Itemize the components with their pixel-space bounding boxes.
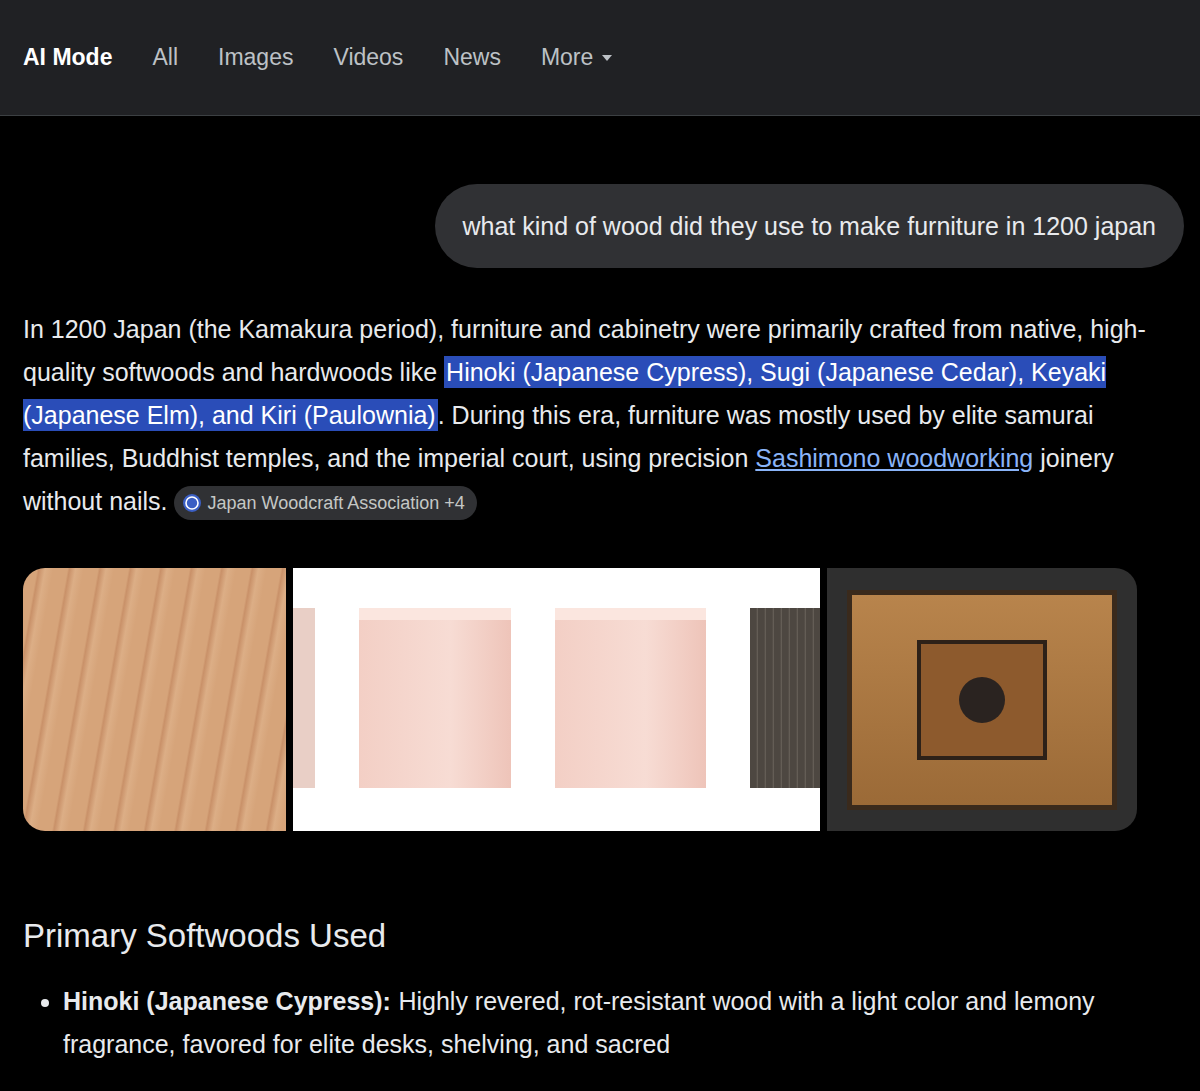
nav-tab-label[interactable]: AI Mode bbox=[23, 40, 112, 75]
softwood-list: Hinoki (Japanese Cypress):Highly revered… bbox=[23, 980, 1175, 1066]
nav-tab[interactable]: All bbox=[152, 40, 178, 75]
chest bbox=[847, 590, 1117, 810]
chest-door bbox=[917, 640, 1047, 760]
caret-down-icon[interactable] bbox=[601, 54, 613, 62]
nav-tab-label[interactable]: Images bbox=[218, 40, 293, 75]
wood-block bbox=[359, 608, 511, 788]
tansu-chest-image[interactable] bbox=[827, 568, 1137, 831]
source-chip-label[interactable]: Japan Woodcraft Association +4 bbox=[208, 493, 465, 515]
cypress-blocks-image[interactable] bbox=[293, 568, 820, 831]
nav-tab[interactable]: News bbox=[443, 40, 501, 75]
wood-grain-image[interactable] bbox=[23, 568, 286, 831]
wordpress-icon bbox=[182, 493, 202, 513]
wood-block bbox=[555, 608, 707, 788]
chest-lock bbox=[959, 677, 1005, 723]
answer-paragraph: In 1200 Japan (the Kamakura period), fur… bbox=[23, 308, 1175, 523]
image-strip bbox=[23, 568, 1175, 831]
section-heading: Primary Softwoods Used bbox=[23, 915, 1175, 958]
query-bubble: what kind of wood did they use to make f… bbox=[435, 184, 1185, 268]
nav-tab[interactable]: Images bbox=[218, 40, 293, 75]
nav-tab[interactable]: More bbox=[541, 40, 613, 75]
results-pane: what kind of wood did they use to make f… bbox=[0, 116, 1200, 1066]
answer-link[interactable]: Sashimono woodworking bbox=[755, 444, 1033, 472]
nav-tab-label[interactable]: All bbox=[152, 40, 178, 75]
nav-tab-label[interactable]: More bbox=[541, 40, 593, 75]
nav-tab-label[interactable]: Videos bbox=[333, 40, 403, 75]
softwood-term: Hinoki (Japanese Cypress): bbox=[63, 987, 391, 1015]
wood-block bbox=[293, 608, 315, 788]
nav-tab[interactable]: AI Mode bbox=[23, 40, 112, 75]
query-row: what kind of wood did they use to make f… bbox=[23, 116, 1175, 268]
wood-block bbox=[750, 608, 820, 788]
nav-tab[interactable]: Videos bbox=[333, 40, 403, 75]
section: Primary Softwoods Used Hinoki (Japanese C… bbox=[23, 915, 1175, 1066]
nav-tab-label[interactable]: News bbox=[443, 40, 501, 75]
softwood-item: Hinoki (Japanese Cypress):Highly revered… bbox=[63, 980, 1175, 1066]
source-chip[interactable]: Japan Woodcraft Association +4 bbox=[174, 486, 477, 520]
top-nav: AI Mode All Images Videos News More bbox=[0, 0, 1200, 116]
